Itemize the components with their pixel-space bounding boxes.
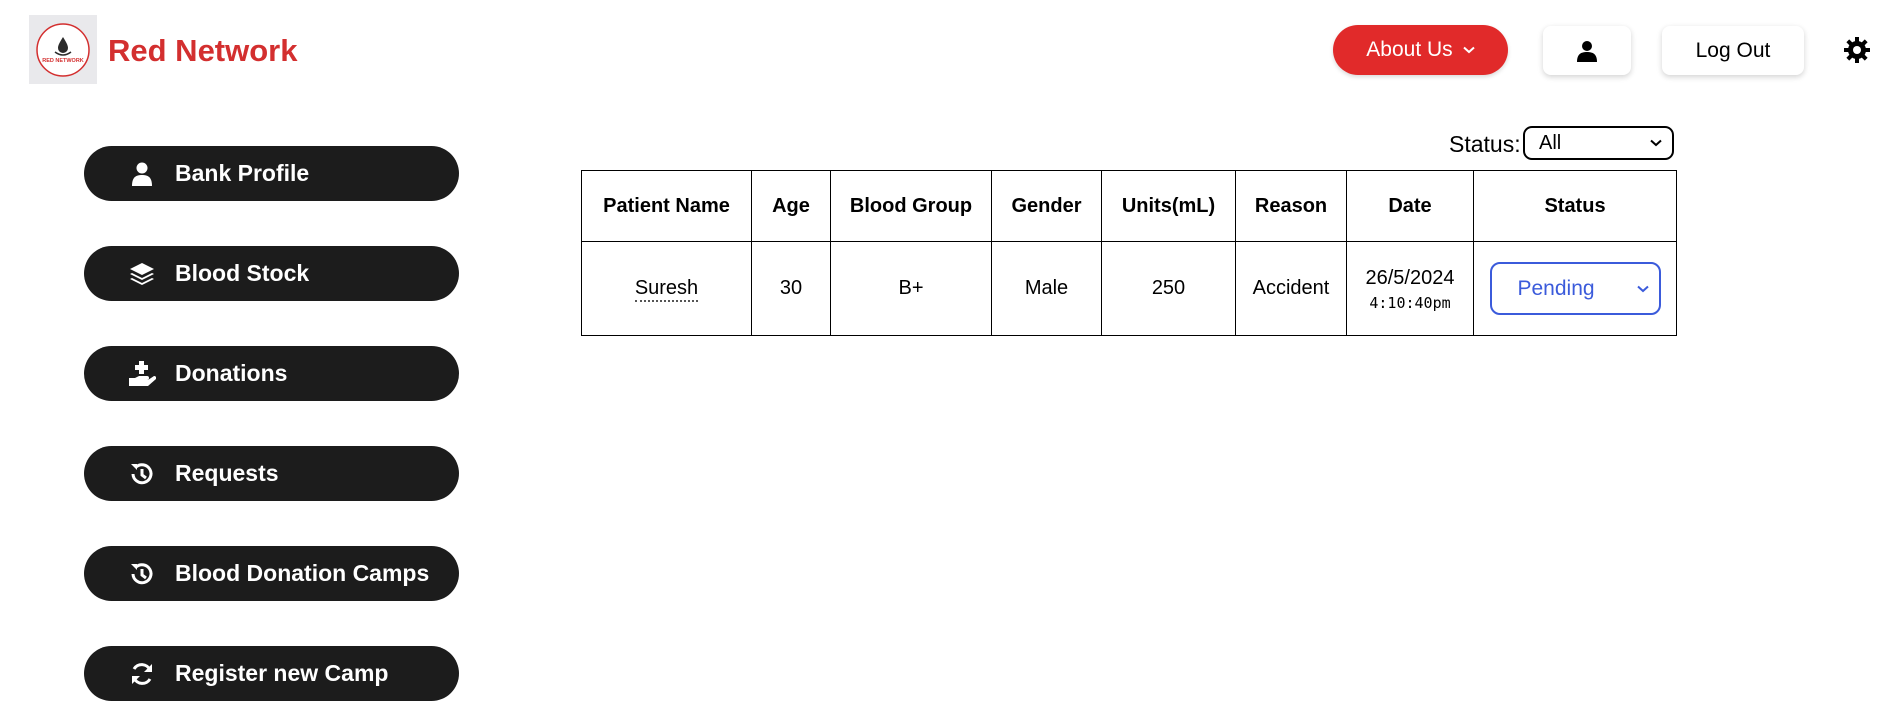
sidebar-item-register-new-camp[interactable]: Register new Camp bbox=[84, 646, 459, 701]
column-header: Patient Name bbox=[581, 170, 752, 242]
time-value: 4:10:40pm bbox=[1369, 293, 1451, 312]
sidebar-item-blood-stock[interactable]: Blood Stock bbox=[84, 246, 459, 301]
status-filter-label: Status: bbox=[1449, 131, 1521, 157]
chevron-down-icon bbox=[1636, 285, 1649, 292]
hand-donate-icon bbox=[127, 359, 157, 389]
sidebar-item-label: Donations bbox=[175, 360, 288, 386]
blood-group-cell: B+ bbox=[830, 241, 992, 336]
requests-table: Patient Name Age Blood Group Gender Unit… bbox=[581, 170, 1677, 336]
chevron-down-icon bbox=[1463, 46, 1475, 54]
column-header: Date bbox=[1346, 170, 1474, 242]
column-header: Gender bbox=[991, 170, 1102, 242]
status-filter-select[interactable]: All bbox=[1523, 126, 1674, 160]
user-icon bbox=[127, 159, 157, 189]
sidebar-item-label: Blood Donation Camps bbox=[175, 560, 430, 586]
user-icon bbox=[1577, 40, 1597, 62]
status-value: Pending bbox=[1517, 276, 1595, 300]
patient-name[interactable]: Suresh bbox=[634, 277, 699, 302]
chevron-down-icon bbox=[1650, 139, 1662, 147]
svg-text:RED NETWORK: RED NETWORK bbox=[42, 58, 84, 64]
sidebar-item-requests[interactable]: Requests bbox=[84, 446, 459, 501]
sidebar-item-blood-donation-camps[interactable]: Blood Donation Camps bbox=[84, 546, 459, 601]
column-header: Blood Group bbox=[830, 170, 992, 242]
refresh-icon bbox=[127, 659, 157, 689]
logout-button[interactable]: Log Out bbox=[1662, 26, 1804, 75]
logo-icon: RED NETWORK bbox=[36, 22, 90, 77]
column-header: Status bbox=[1473, 170, 1677, 242]
column-header: Reason bbox=[1235, 170, 1347, 242]
about-us-label: About Us bbox=[1366, 38, 1453, 61]
profile-button[interactable] bbox=[1543, 26, 1631, 75]
layers-icon bbox=[127, 259, 157, 289]
gear-icon bbox=[1844, 37, 1870, 63]
column-header: Age bbox=[751, 170, 831, 242]
status-filter-value: All bbox=[1539, 131, 1562, 154]
status-select[interactable]: Pending bbox=[1489, 262, 1661, 315]
units-cell: 250 bbox=[1101, 241, 1236, 336]
sidebar-item-bank-profile[interactable]: Bank Profile bbox=[84, 146, 459, 201]
history-icon bbox=[127, 559, 157, 589]
patient-name-cell[interactable]: Suresh bbox=[581, 241, 752, 336]
history-icon bbox=[127, 459, 157, 489]
logo[interactable]: RED NETWORK bbox=[29, 15, 97, 84]
brand-title: Red Network bbox=[108, 33, 298, 68]
age-cell: 30 bbox=[751, 241, 831, 336]
sidebar-item-label: Requests bbox=[175, 460, 279, 486]
gender-cell: Male bbox=[991, 241, 1102, 336]
sidebar-item-label: Register new Camp bbox=[175, 660, 389, 686]
status-cell: Pending bbox=[1473, 241, 1677, 336]
column-header: Units(mL) bbox=[1101, 170, 1236, 242]
date-value: 26/5/2024 bbox=[1365, 266, 1455, 289]
reason-cell: Accident bbox=[1235, 241, 1347, 336]
table-row: Suresh 30 B+ Male 250 Accident 26/5/2024… bbox=[581, 241, 1677, 336]
sidebar-item-label: Bank Profile bbox=[175, 160, 310, 186]
table-header-row: Patient Name Age Blood Group Gender Unit… bbox=[581, 170, 1677, 242]
about-us-button[interactable]: About Us bbox=[1333, 25, 1508, 75]
settings-button[interactable] bbox=[1843, 36, 1871, 64]
sidebar-item-donations[interactable]: Donations bbox=[84, 346, 459, 401]
sidebar-item-label: Blood Stock bbox=[175, 260, 310, 286]
date-cell: 26/5/2024 4:10:40pm bbox=[1346, 241, 1474, 336]
